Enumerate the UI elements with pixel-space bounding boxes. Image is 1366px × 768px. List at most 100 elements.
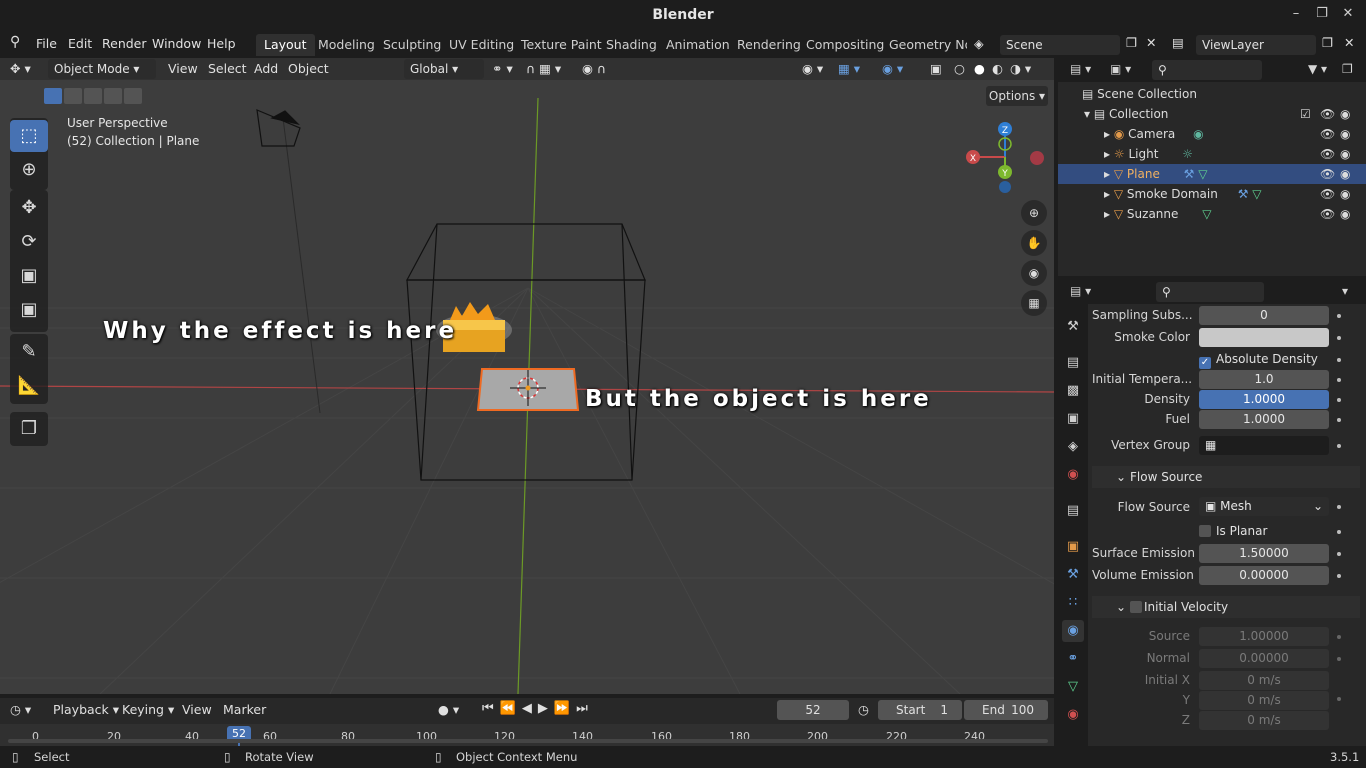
- sampling-field[interactable]: 0: [1199, 306, 1329, 325]
- fuel-field[interactable]: 1.0000: [1199, 410, 1329, 429]
- tab-animation[interactable]: Animation: [658, 34, 738, 56]
- world-tab-icon[interactable]: ◉: [1062, 464, 1084, 486]
- surface-emission-field[interactable]: 1.50000: [1199, 544, 1329, 563]
- collection-render-icon[interactable]: ◉: [1340, 104, 1350, 124]
- light-render-icon[interactable]: ◉: [1340, 144, 1350, 164]
- tab-rendering[interactable]: Rendering: [729, 34, 809, 56]
- menu-edit[interactable]: Edit: [68, 36, 92, 51]
- tab-shading[interactable]: Shading: [598, 34, 665, 56]
- add-cube-tool-icon[interactable]: ❐: [10, 413, 48, 445]
- material-tab-icon[interactable]: ◉: [1062, 704, 1084, 726]
- tab-layout[interactable]: Layout: [256, 34, 315, 56]
- menu-file[interactable]: File: [36, 36, 57, 51]
- outliner-search-input[interactable]: ⚲: [1152, 60, 1262, 80]
- keyframe-dot[interactable]: [1337, 378, 1341, 382]
- shading-material-icon[interactable]: ◐: [992, 61, 1003, 76]
- menu-keying[interactable]: Keying ▾: [122, 702, 174, 717]
- collection-checkbox[interactable]: ☑: [1300, 104, 1311, 124]
- scale-tool-icon[interactable]: ▣: [10, 260, 48, 292]
- navigation-gizmo[interactable]: Z X Y: [965, 122, 1045, 202]
- blender-logo-icon[interactable]: ⚲: [10, 34, 20, 50]
- jump-end-icon[interactable]: ⏭: [576, 701, 594, 716]
- visibility-icon[interactable]: ◉ ▾: [802, 61, 823, 76]
- camera-view-icon[interactable]: ◉: [1021, 260, 1047, 286]
- editor-type-icon[interactable]: ✥ ▾: [10, 61, 31, 76]
- measure-tool-icon[interactable]: 📐: [10, 370, 48, 402]
- vertex-group-field[interactable]: ▦: [1199, 436, 1329, 455]
- menu-select[interactable]: Select: [208, 61, 247, 76]
- menu-help[interactable]: Help: [207, 36, 236, 51]
- expand-icon[interactable]: ▸: [1104, 147, 1110, 161]
- outliner-item-plane[interactable]: ▸ ▽ Plane ⚒ ▽ 👁 ◉: [1058, 164, 1366, 184]
- properties-editor-icon[interactable]: ▤ ▾: [1070, 284, 1091, 298]
- select-intersect-icon[interactable]: [124, 88, 142, 104]
- suzanne-visibility-icon[interactable]: 👁: [1320, 204, 1335, 224]
- perspective-grid-icon[interactable]: ▦: [1021, 290, 1047, 316]
- view-layer-icon[interactable]: ▤: [1172, 35, 1184, 50]
- expand-icon[interactable]: ▸: [1104, 187, 1110, 201]
- scene-icon[interactable]: ◈: [974, 36, 984, 51]
- shading-rendered-icon[interactable]: ◑ ▾: [1010, 61, 1031, 76]
- current-frame-field[interactable]: 52: [777, 700, 849, 720]
- tab-compositing[interactable]: Compositing: [798, 34, 892, 56]
- initial-temperature-field[interactable]: 1.0: [1199, 370, 1329, 389]
- timeline-scrollbar[interactable]: [8, 739, 1048, 743]
- outliner-editor-icon[interactable]: ▤ ▾: [1070, 62, 1091, 76]
- collection-visibility-icon[interactable]: 👁: [1320, 104, 1335, 124]
- smoke-color-swatch[interactable]: [1199, 328, 1329, 347]
- flow-source-panel-header[interactable]: ⌄ Flow Source: [1092, 466, 1360, 488]
- transform-orientation-dropdown[interactable]: Global ▾: [404, 59, 484, 79]
- data-tab-icon[interactable]: ▽: [1062, 676, 1084, 698]
- properties-options-icon[interactable]: ▾: [1342, 284, 1348, 298]
- volume-emission-field[interactable]: 0.00000: [1199, 566, 1329, 585]
- close-icon[interactable]: ✕: [1338, 6, 1358, 26]
- shading-wireframe-icon[interactable]: ○: [954, 61, 965, 76]
- physics-tab-icon[interactable]: ◉: [1062, 620, 1084, 642]
- keyframe-dot[interactable]: [1337, 336, 1341, 340]
- prev-keyframe-icon[interactable]: ⏪: [500, 701, 522, 716]
- start-frame-field[interactable]: Start 1: [878, 700, 962, 720]
- keyframe-dot[interactable]: [1337, 697, 1341, 701]
- source-field[interactable]: 1.00000: [1199, 627, 1329, 646]
- keyframe-dot[interactable]: [1337, 552, 1341, 556]
- menu-window[interactable]: Window: [152, 36, 201, 51]
- menu-add[interactable]: Add: [254, 61, 278, 76]
- keyframe-dot[interactable]: [1337, 635, 1341, 639]
- scene-tab-icon[interactable]: ◈: [1062, 436, 1084, 458]
- play-reverse-icon[interactable]: ◀: [522, 701, 538, 716]
- outliner-scene-collection[interactable]: ▤ Scene Collection: [1058, 84, 1366, 104]
- keyframe-dot[interactable]: [1337, 358, 1341, 362]
- select-subtract-icon[interactable]: [84, 88, 102, 104]
- keyframe-dot[interactable]: [1337, 314, 1341, 318]
- constraints-tab-icon[interactable]: ⚭: [1062, 648, 1084, 670]
- delete-view-layer-icon[interactable]: ✕: [1344, 35, 1354, 50]
- menu-marker[interactable]: Marker: [223, 702, 266, 717]
- mode-dropdown[interactable]: Object Mode ▾: [48, 59, 156, 79]
- shading-solid-icon[interactable]: ●: [974, 61, 985, 76]
- outliner-collection[interactable]: ▾ ▤ Collection ☑ 👁 ◉: [1058, 104, 1366, 124]
- tab-texture-paint[interactable]: Texture Paint: [513, 34, 610, 56]
- display-mode-icon[interactable]: ▣ ▾: [1110, 62, 1131, 76]
- cursor-tool-icon[interactable]: ⊕: [10, 154, 48, 186]
- object-tab-icon[interactable]: ▣: [1062, 536, 1084, 558]
- xray-icon[interactable]: ▣: [930, 61, 942, 76]
- menu-render[interactable]: Render: [102, 36, 147, 51]
- record-icon[interactable]: ● ▾: [438, 702, 459, 717]
- light-visibility-icon[interactable]: 👁: [1320, 144, 1335, 164]
- new-collection-icon[interactable]: ❐: [1342, 62, 1353, 76]
- keyframe-dot[interactable]: [1337, 418, 1341, 422]
- select-box-tool-icon[interactable]: ⬚: [10, 120, 48, 152]
- menu-timeline-view[interactable]: View: [182, 702, 212, 717]
- next-keyframe-icon[interactable]: ⏩: [554, 701, 576, 716]
- expand-icon[interactable]: ▸: [1104, 167, 1110, 181]
- keyframe-dot[interactable]: [1337, 530, 1341, 534]
- filter-icon[interactable]: ▼ ▾: [1308, 62, 1327, 76]
- view-layer-field[interactable]: ViewLayer: [1196, 35, 1316, 55]
- maximize-icon[interactable]: ❐: [1312, 6, 1332, 26]
- keyframe-dot[interactable]: [1337, 444, 1341, 448]
- select-extend-icon[interactable]: [64, 88, 82, 104]
- proportional-edit-icon[interactable]: ◉ ∩: [582, 61, 606, 76]
- zoom-icon[interactable]: ⊕: [1021, 200, 1047, 226]
- initial-velocity-checkbox[interactable]: [1130, 601, 1142, 613]
- tab-modeling[interactable]: Modeling: [310, 34, 383, 56]
